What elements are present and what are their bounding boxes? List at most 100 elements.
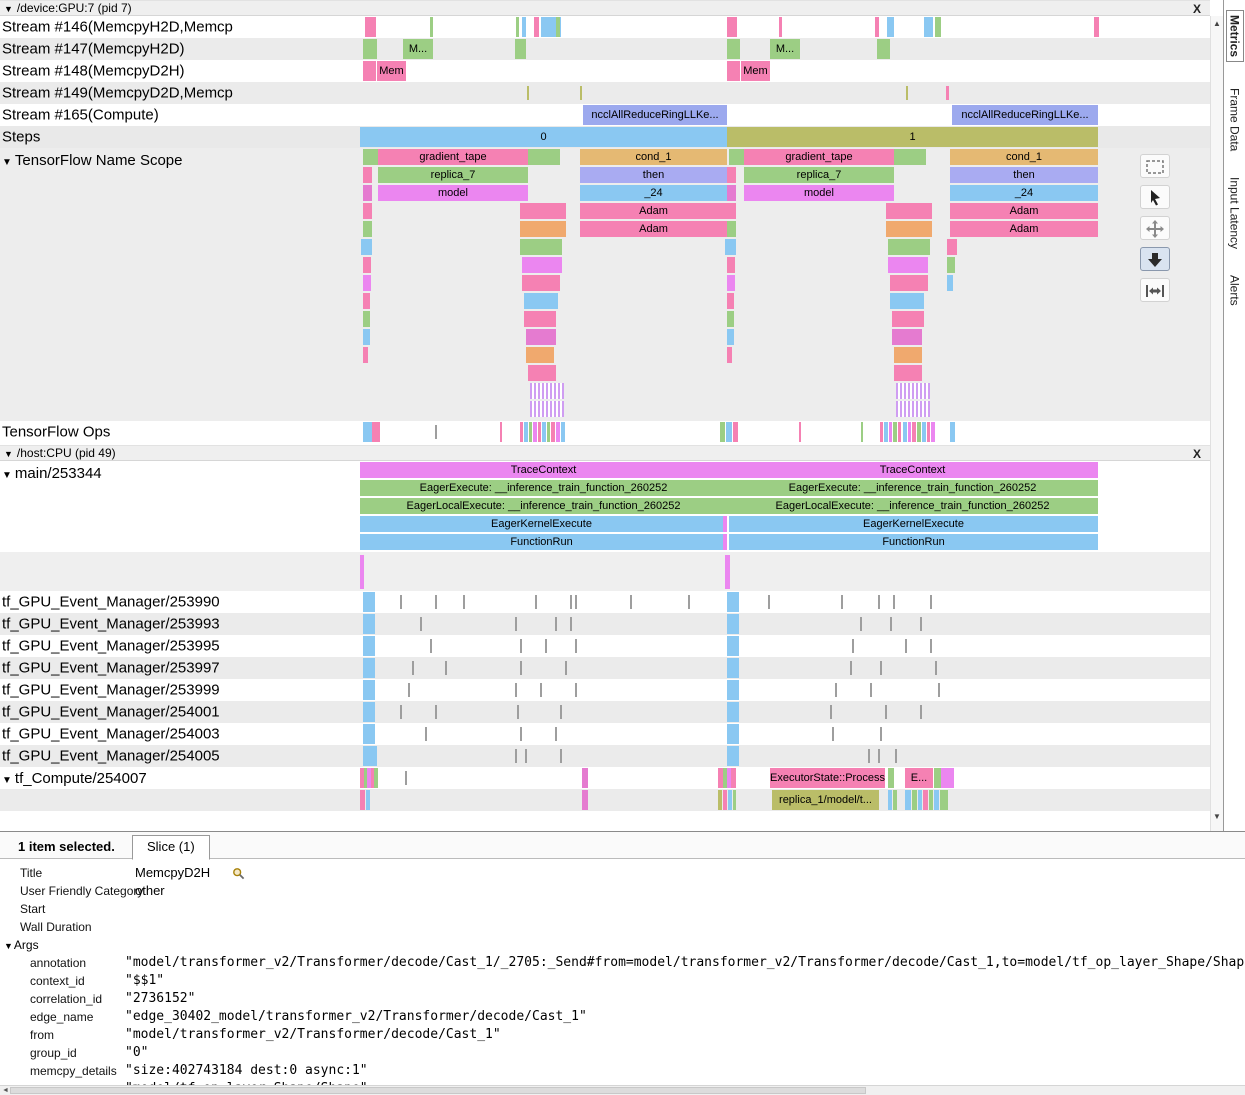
trace-slice[interactable] <box>688 595 690 609</box>
trace-slice[interactable] <box>547 422 550 442</box>
trace-slice[interactable] <box>1094 17 1099 37</box>
trace-slice[interactable] <box>893 595 895 609</box>
trace-slice[interactable] <box>542 422 546 442</box>
trace-slice[interactable] <box>545 639 547 653</box>
pan-tool[interactable] <box>1140 216 1170 240</box>
trace-slice[interactable] <box>912 422 916 442</box>
slice-adam[interactable]: Adam <box>950 203 1098 219</box>
trace-slice[interactable] <box>860 617 862 631</box>
horizontal-scroll-thumb[interactable] <box>10 1087 866 1094</box>
trace-slice[interactable] <box>363 329 370 345</box>
slice-replica-7[interactable]: replica_7 <box>378 167 528 183</box>
trace-slice[interactable] <box>727 311 734 327</box>
trace-slice[interactable] <box>500 422 502 442</box>
trace-slice[interactable] <box>830 705 832 719</box>
trace-slice[interactable] <box>560 749 562 763</box>
trace-slice[interactable] <box>727 658 739 678</box>
trace-slice[interactable] <box>727 275 735 291</box>
side-tab-frame-data[interactable]: Frame Data <box>1228 88 1242 151</box>
trace-slice[interactable] <box>918 790 922 810</box>
trace-slice[interactable] <box>363 149 378 165</box>
trace-slice[interactable] <box>888 768 894 788</box>
trace-slice[interactable] <box>886 203 932 219</box>
trace-slice[interactable] <box>908 422 911 442</box>
trace-slice[interactable] <box>906 86 908 100</box>
trace-slice[interactable] <box>363 203 372 219</box>
trace-slice[interactable] <box>530 401 564 417</box>
trace-slice[interactable] <box>556 422 560 442</box>
trace-slice[interactable] <box>731 768 736 788</box>
trace-slice[interactable] <box>363 614 375 634</box>
slice-24[interactable]: _24 <box>950 185 1098 201</box>
trace-slice[interactable] <box>575 595 577 609</box>
trace-slice[interactable] <box>727 61 740 81</box>
trace-slice[interactable] <box>527 86 529 100</box>
trace-slice[interactable] <box>524 422 528 442</box>
trace-slice[interactable] <box>515 617 517 631</box>
trace-slice[interactable] <box>835 683 837 697</box>
trace-slice[interactable] <box>363 311 370 327</box>
trace-slice[interactable] <box>923 790 928 810</box>
cpu-close-button[interactable]: X <box>1193 447 1201 461</box>
slice-cond-1[interactable]: cond_1 <box>950 149 1098 165</box>
trace-slice[interactable] <box>363 592 375 612</box>
trace-slice[interactable] <box>515 39 526 59</box>
trace-slice[interactable] <box>727 167 736 183</box>
trace-slice[interactable] <box>535 595 537 609</box>
trace-slice[interactable] <box>723 534 727 550</box>
trace-slice[interactable] <box>582 768 588 788</box>
trace-slice[interactable] <box>799 422 801 442</box>
trace-slice[interactable] <box>930 639 932 653</box>
trace-slice[interactable] <box>463 595 465 609</box>
trace-slice[interactable] <box>947 257 955 273</box>
trace-slice[interactable] <box>565 661 567 675</box>
trace-slice[interactable] <box>877 39 890 59</box>
side-tab-input-latency[interactable]: Input Latency <box>1228 177 1242 249</box>
trace-slice[interactable] <box>917 422 921 442</box>
trace-slice[interactable] <box>727 636 739 656</box>
trace-slice[interactable] <box>533 422 537 442</box>
trace-slice[interactable] <box>888 239 930 255</box>
trace-slice[interactable] <box>920 705 922 719</box>
slice-gradient-tape[interactable]: gradient_tape <box>744 149 894 165</box>
trace-slice[interactable] <box>363 422 372 442</box>
trace-slice[interactable] <box>878 595 880 609</box>
trace-slice[interactable] <box>363 167 372 183</box>
trace-slice[interactable] <box>930 595 932 609</box>
trace-slice[interactable] <box>887 17 894 37</box>
trace-slice[interactable] <box>841 595 843 609</box>
trace-slice[interactable] <box>888 257 928 273</box>
trace-slice[interactable] <box>363 724 375 744</box>
trace-slice[interactable] <box>575 683 577 697</box>
trace-slice[interactable] <box>893 422 897 442</box>
args-group-header[interactable]: ▼Args <box>0 936 1245 954</box>
trace-slice[interactable] <box>903 422 907 442</box>
trace-slice[interactable] <box>630 595 632 609</box>
trace-slice[interactable] <box>555 617 557 631</box>
trace-slice[interactable] <box>870 683 872 697</box>
trace-slice[interactable] <box>575 639 577 653</box>
trace-slice[interactable] <box>408 683 410 697</box>
trace-slice[interactable] <box>363 746 377 766</box>
slice-m[interactable]: M... <box>403 39 433 59</box>
trace-slice[interactable] <box>726 422 732 442</box>
trace-slice[interactable] <box>522 17 526 37</box>
trace-slice[interactable] <box>538 422 541 442</box>
trace-slice[interactable] <box>363 658 375 678</box>
args-collapse-icon[interactable]: ▼ <box>4 941 13 951</box>
trace-slice[interactable] <box>520 661 522 675</box>
trace-slice[interactable] <box>517 705 519 719</box>
trace-slice[interactable] <box>363 347 368 363</box>
trace-slice[interactable] <box>723 516 727 532</box>
horizontal-scrollbar[interactable]: ◄ <box>0 1085 1245 1095</box>
vertical-zoom-tool[interactable] <box>1140 247 1170 271</box>
side-tab-alerts[interactable]: Alerts <box>1228 275 1242 306</box>
trace-slice[interactable] <box>878 749 880 763</box>
trace-slice[interactable] <box>435 595 437 609</box>
trace-slice[interactable] <box>912 790 917 810</box>
scroll-down-icon[interactable]: ▼ <box>1211 811 1223 823</box>
trace-slice[interactable] <box>361 239 372 255</box>
slice-m[interactable]: M... <box>770 39 800 59</box>
trace-slice[interactable] <box>920 617 922 631</box>
trace-slice[interactable] <box>892 311 924 327</box>
